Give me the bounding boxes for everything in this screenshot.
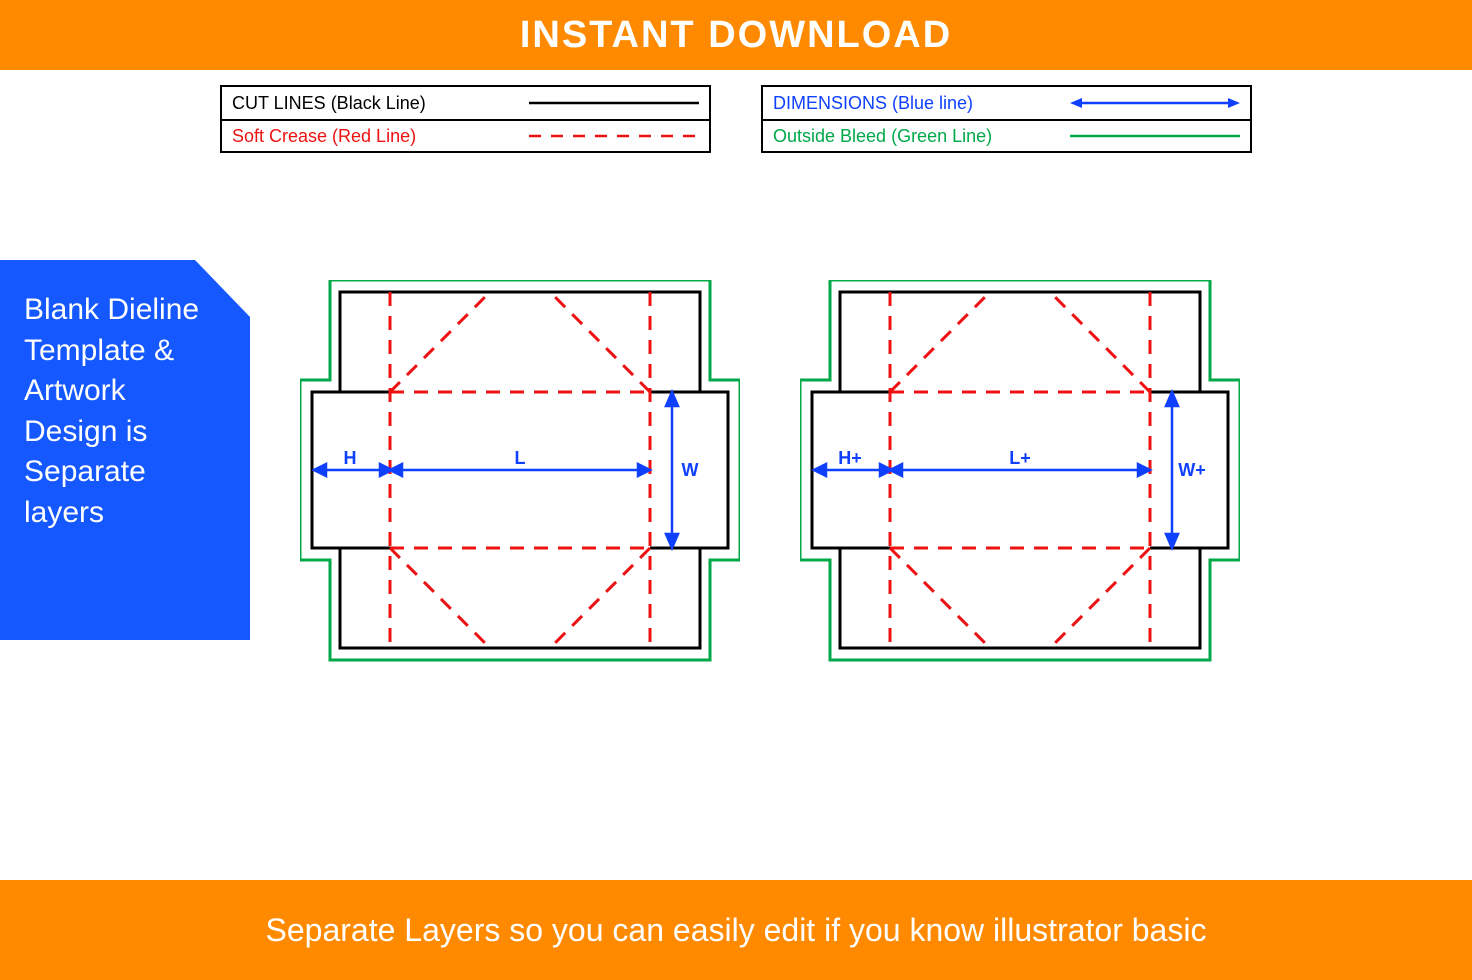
dim-w-label: W+ xyxy=(1178,460,1206,480)
top-banner-text: INSTANT DOWNLOAD xyxy=(520,14,952,57)
legend-row-cut: CUT LINES (Black Line) xyxy=(222,87,709,119)
legend-row-bleed: Outside Bleed (Green Line) xyxy=(763,119,1250,151)
legend-row-crease: Soft Crease (Red Line) xyxy=(222,119,709,151)
side-tag: Blank Dieline Template & Artwork Design … xyxy=(0,260,250,640)
legend-label: CUT LINES (Black Line) xyxy=(232,93,509,114)
crease-line-icon xyxy=(529,126,699,146)
legend-label: Outside Bleed (Green Line) xyxy=(773,126,1050,147)
bottom-banner: Separate Layers so you can easily edit i… xyxy=(0,880,1472,980)
legend: CUT LINES (Black Line) Soft Crease (Red … xyxy=(220,85,1252,153)
top-banner: INSTANT DOWNLOAD xyxy=(0,0,1472,70)
dieline-right: H+ L+ W+ xyxy=(800,280,1240,680)
dim-l-label: L+ xyxy=(1009,448,1031,468)
dim-l-label: L xyxy=(515,448,526,468)
legend-label: Soft Crease (Red Line) xyxy=(232,126,509,147)
bleed-line-icon xyxy=(1070,126,1240,146)
bottom-banner-text: Separate Layers so you can easily edit i… xyxy=(266,910,1207,950)
dieline-left: H L W xyxy=(300,280,740,680)
dim-w-label: W xyxy=(682,460,699,480)
cut-line-icon xyxy=(529,93,699,113)
side-tag-text: Blank Dieline Template & Artwork Design … xyxy=(24,293,199,529)
legend-row-dim: DIMENSIONS (Blue line) xyxy=(763,87,1250,119)
legend-label: DIMENSIONS (Blue line) xyxy=(773,93,1050,114)
legend-left: CUT LINES (Black Line) Soft Crease (Red … xyxy=(220,85,711,153)
diagrams: H L W H+ xyxy=(300,280,1240,680)
dimension-line-icon xyxy=(1070,93,1240,113)
dim-h-label: H+ xyxy=(838,448,862,468)
dim-h-label: H xyxy=(344,448,357,468)
legend-right: DIMENSIONS (Blue line) Outside Bleed (Gr… xyxy=(761,85,1252,153)
